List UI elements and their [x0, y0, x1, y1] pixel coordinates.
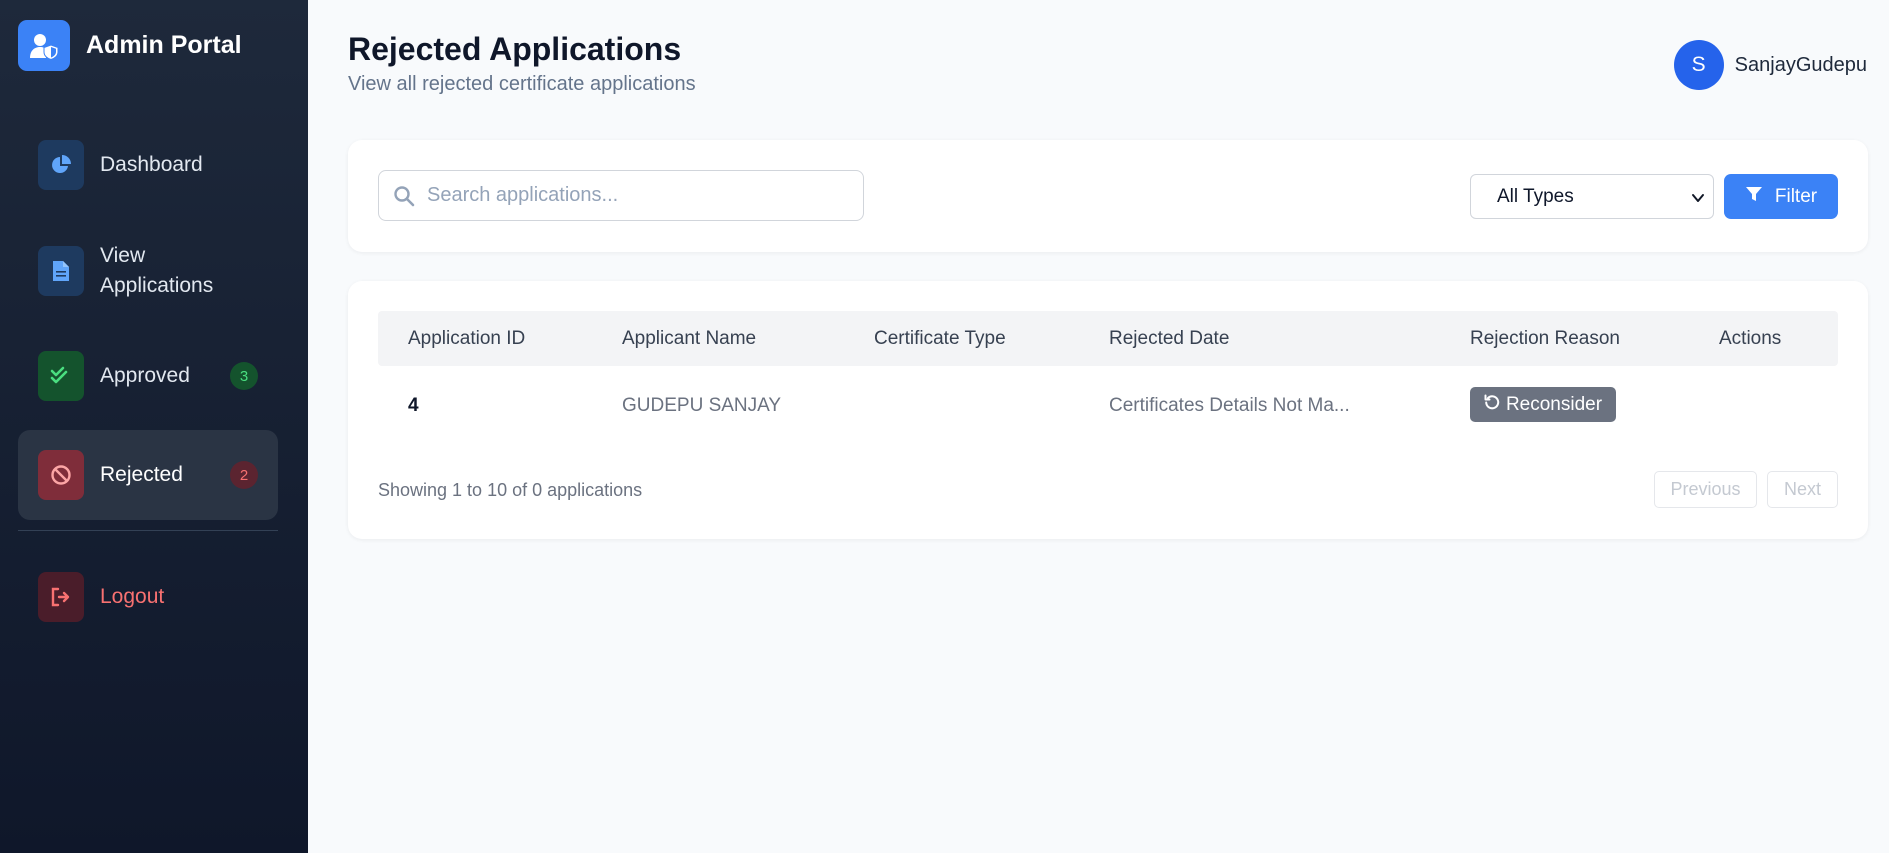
- rejected-count-badge: 2: [230, 461, 258, 489]
- page-subtitle: View all rejected certificate applicatio…: [348, 73, 696, 95]
- reconsider-button[interactable]: Reconsider: [1470, 387, 1616, 422]
- search-card: All Types Filter: [348, 140, 1868, 252]
- sidebar-divider: [18, 530, 278, 531]
- column-header: Rejected Date: [1109, 328, 1230, 349]
- sidebar-item-label: Logout: [100, 585, 165, 608]
- sidebar-item-dashboard[interactable]: Dashboard: [18, 139, 278, 191]
- sidebar-item-rejected[interactable]: Rejected 2: [18, 430, 278, 520]
- cell-rejected-date: Certificates Details Not Ma...: [1109, 395, 1350, 416]
- page-title: Rejected Applications: [348, 31, 682, 67]
- sidebar-item-label: Dashboard: [100, 153, 203, 176]
- brand: Admin Portal: [18, 20, 242, 71]
- search-input[interactable]: [427, 184, 847, 207]
- avatar[interactable]: S: [1673, 40, 1724, 90]
- filter-icon: [1745, 186, 1763, 208]
- cell-applicant-name: GUDEPU SANJAY: [622, 395, 782, 416]
- pagination-summary: Showing 1 to 10 of 0 applications: [378, 480, 643, 500]
- sidebar-item-label: Approved: [100, 364, 190, 387]
- type-select[interactable]: All Types: [1470, 174, 1714, 219]
- search-icon: [393, 185, 415, 207]
- column-header: Rejection Reason: [1470, 328, 1620, 349]
- undo-icon: [1484, 394, 1500, 416]
- user-shield-icon: [18, 20, 70, 71]
- chevron-down-icon: [1691, 189, 1705, 211]
- applications-table-card: Application ID Applicant Name Certificat…: [348, 281, 1868, 539]
- sidebar: Admin Portal Dashboard View Applications: [0, 0, 308, 853]
- next-button[interactable]: Next: [1767, 471, 1838, 508]
- table-header: Application ID Applicant Name Certificat…: [378, 311, 1838, 366]
- sidebar-item-logout[interactable]: Logout: [18, 571, 278, 623]
- search-box[interactable]: [378, 170, 864, 221]
- file-icon: [38, 246, 84, 296]
- sign-out-icon: [38, 572, 84, 622]
- column-header: Actions: [1719, 328, 1782, 349]
- type-select-value: All Types: [1497, 185, 1574, 207]
- pie-chart-icon: [38, 140, 84, 190]
- sidebar-item-view-applications[interactable]: View Applications: [18, 241, 278, 301]
- user-menu[interactable]: S SanjayGudepu: [1673, 40, 1867, 90]
- sidebar-item-approved[interactable]: Approved 3: [18, 350, 278, 402]
- previous-button[interactable]: Previous: [1654, 471, 1757, 508]
- column-header: Application ID: [408, 328, 526, 349]
- column-header: Applicant Name: [622, 328, 757, 349]
- cell-application-id: 4: [408, 395, 419, 416]
- brand-title: Admin Portal: [86, 31, 242, 59]
- column-header: Certificate Type: [874, 328, 1006, 349]
- check-double-icon: [38, 351, 84, 401]
- approved-count-badge: 3: [230, 362, 258, 390]
- reconsider-button-label: Reconsider: [1505, 393, 1603, 415]
- sidebar-item-label: View Applications: [100, 244, 214, 297]
- ban-icon: [38, 450, 84, 500]
- user-name: SanjayGudepu: [1734, 53, 1867, 76]
- filter-button-label: Filter: [1774, 185, 1818, 207]
- sidebar-item-label: Rejected: [100, 463, 183, 486]
- filter-button[interactable]: Filter: [1724, 174, 1838, 219]
